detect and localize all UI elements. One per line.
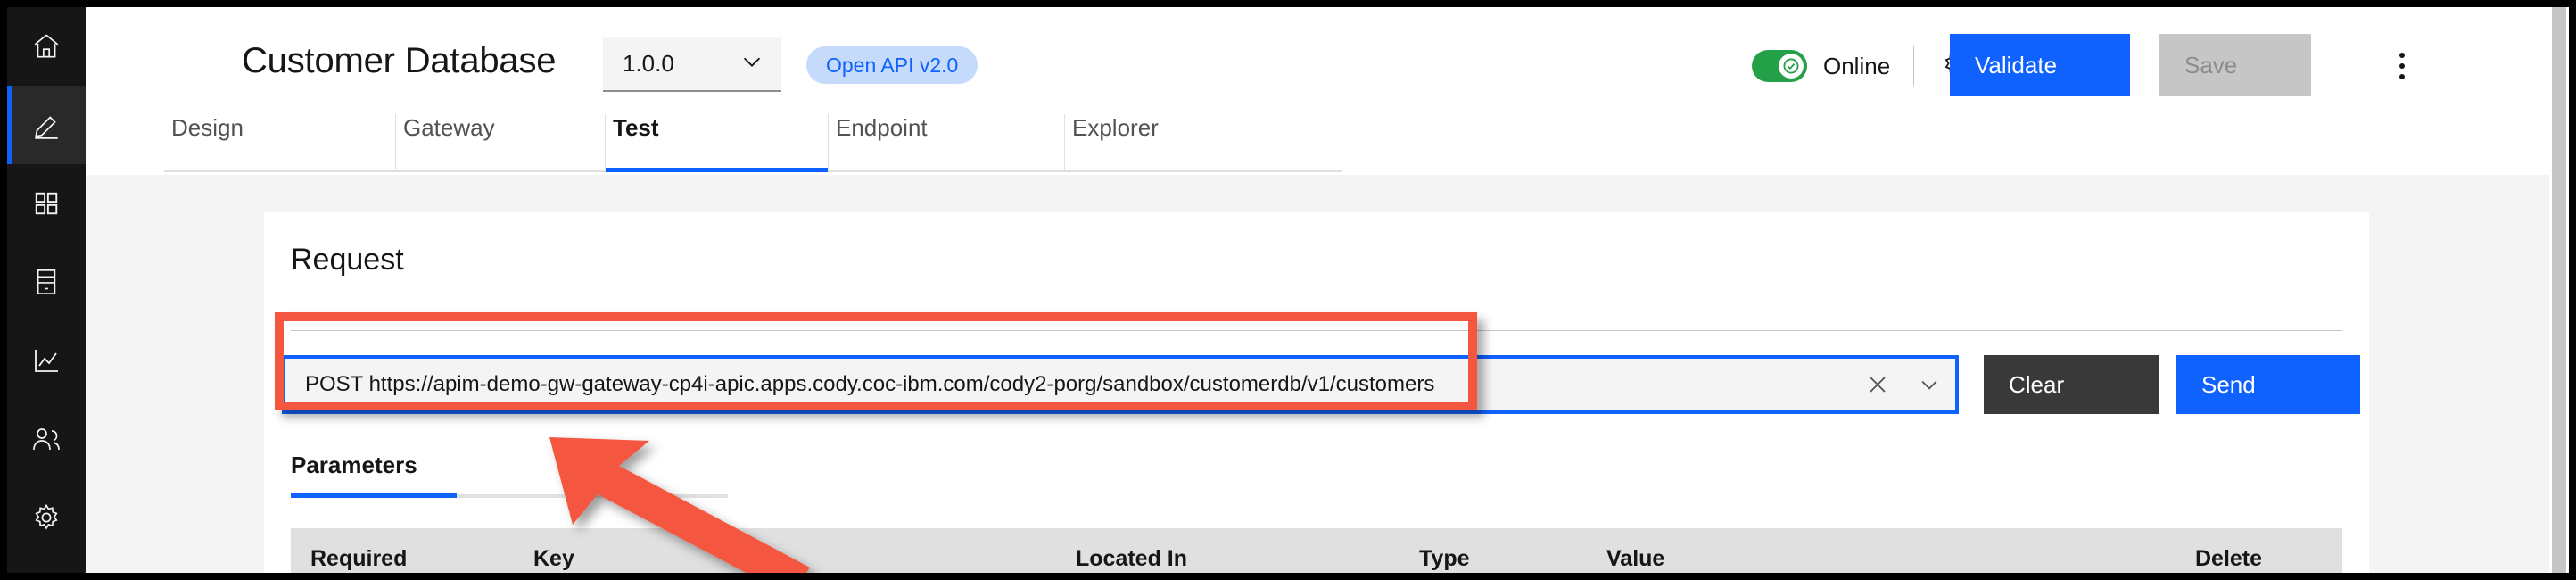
- status-label: Online: [1823, 53, 1890, 80]
- overflow-dot: [2399, 53, 2405, 58]
- tab-design[interactable]: Design: [164, 114, 396, 170]
- column-header-value: Value: [1606, 546, 1664, 572]
- column-header-type: Type: [1419, 546, 1470, 572]
- sub-tab-parameters[interactable]: Parameters: [291, 452, 457, 494]
- overflow-dot: [2399, 74, 2405, 79]
- version-value: 1.0.0: [623, 50, 674, 78]
- tab-label: Design: [164, 114, 244, 142]
- request-title: Request: [291, 243, 404, 278]
- app-viewport: Customer Database 1.0.0 Open API v2.0: [7, 7, 2569, 573]
- column-header-key: Key: [533, 546, 574, 572]
- screenshot-frame: Customer Database 1.0.0 Open API v2.0: [0, 0, 2576, 580]
- chevron-down-icon[interactable]: [1903, 355, 1955, 414]
- scrollbar-thumb[interactable]: [2552, 7, 2566, 573]
- save-button[interactable]: Save: [2159, 34, 2311, 96]
- primary-tabs: Design Gateway Test Endpoint Explorer: [164, 114, 1342, 172]
- users-icon: [31, 425, 62, 453]
- column-header-located-in: Located In: [1076, 546, 1187, 572]
- rail-item-search[interactable]: [7, 557, 86, 573]
- grid-icon: [33, 190, 60, 217]
- tab-test[interactable]: Test: [606, 114, 829, 170]
- column-header-delete: Delete: [2195, 546, 2262, 572]
- page-title: Customer Database: [242, 41, 556, 81]
- pencil-icon: [31, 110, 62, 140]
- chevron-down-icon: [739, 48, 765, 79]
- online-status-group: Online: [1752, 46, 1977, 86]
- main-panel: Customer Database 1.0.0 Open API v2.0: [86, 7, 2569, 573]
- toggle-knob: [1779, 54, 1804, 79]
- close-icon[interactable]: [1852, 355, 1903, 414]
- tab-label: Gateway: [396, 114, 495, 142]
- server-icon: [33, 268, 60, 296]
- send-button[interactable]: Send: [2176, 355, 2360, 414]
- tab-label: Endpoint: [829, 114, 928, 142]
- header-divider: [1913, 46, 1914, 86]
- request-divider: [291, 330, 2342, 331]
- overflow-dot: [2399, 63, 2405, 69]
- overflow-menu-icon[interactable]: [2382, 46, 2422, 86]
- tab-gateway[interactable]: Gateway: [396, 114, 606, 170]
- rail-item-members[interactable]: [7, 400, 86, 478]
- rail-item-catalog[interactable]: [7, 243, 86, 321]
- request-card: Request POST https://apim-demo-gw-gatewa…: [264, 212, 2369, 573]
- request-url-value: POST https://apim-demo-gw-gateway-cp4i-a…: [285, 372, 1852, 397]
- chart-line-icon: [32, 346, 61, 375]
- tab-label: Test: [606, 114, 659, 142]
- gear-icon: [32, 503, 61, 532]
- rail-item-design[interactable]: [7, 86, 86, 164]
- sub-tab-label: Parameters: [291, 452, 417, 478]
- sub-tab-body[interactable]: Body: [457, 452, 653, 494]
- tab-endpoint[interactable]: Endpoint: [829, 114, 1065, 170]
- rail-item-settings[interactable]: [7, 478, 86, 557]
- tab-explorer[interactable]: Explorer: [1065, 114, 1333, 170]
- rail-item-analytics[interactable]: [7, 321, 86, 400]
- tab-label: Explorer: [1065, 114, 1159, 142]
- version-select[interactable]: 1.0.0: [603, 37, 781, 92]
- request-url-row: POST https://apim-demo-gw-gateway-cp4i-a…: [282, 355, 2360, 414]
- clear-button[interactable]: Clear: [1984, 355, 2159, 414]
- sub-tab-label: Body: [562, 452, 615, 478]
- left-nav-rail: [7, 7, 86, 573]
- rail-item-home[interactable]: [7, 7, 86, 86]
- column-header-required: Required: [310, 546, 407, 572]
- validate-button[interactable]: Validate: [1950, 34, 2130, 96]
- request-url-input[interactable]: POST https://apim-demo-gw-gateway-cp4i-a…: [282, 355, 1959, 414]
- request-sub-tabs: Parameters Body: [291, 452, 728, 498]
- parameters-table-header: Required Key Located In Type Value Delet…: [291, 528, 2342, 573]
- app-header: Customer Database 1.0.0 Open API v2.0: [86, 7, 2569, 125]
- vertical-scrollbar[interactable]: [2549, 7, 2569, 573]
- rail-item-apps[interactable]: [7, 164, 86, 243]
- home-icon: [31, 31, 62, 62]
- online-toggle[interactable]: [1752, 50, 1807, 82]
- openapi-badge: Open API v2.0: [806, 46, 978, 84]
- test-content-area: Request POST https://apim-demo-gw-gatewa…: [86, 175, 2569, 573]
